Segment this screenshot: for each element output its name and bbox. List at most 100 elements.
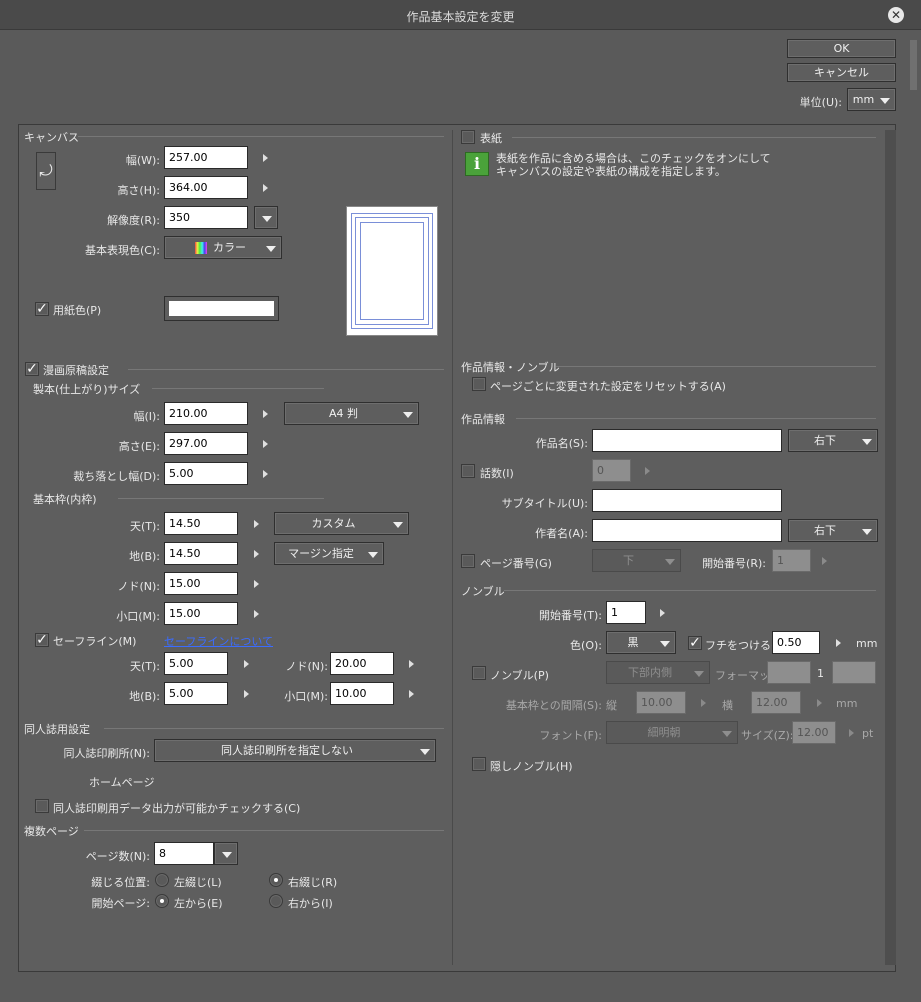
page-number-checkbox[interactable] [461, 554, 475, 568]
reset-pages-label: ページごとに変更された設定をリセットする(A) [490, 380, 726, 393]
canvas-height-arrow-icon[interactable] [263, 184, 268, 192]
bleed-arrow-icon[interactable] [263, 470, 268, 478]
safe-bottom-input[interactable]: 5.00 [164, 682, 228, 705]
nombre-size-label: サイズ(Z): [741, 729, 794, 742]
right-binding-radio[interactable] [269, 873, 283, 887]
unit-select[interactable]: mm [847, 88, 896, 111]
canvas-width-arrow-icon[interactable] [263, 154, 268, 162]
start-right-radio[interactable] [269, 894, 283, 908]
finish-height-input[interactable]: 297.00 [164, 432, 248, 455]
frame-gutter-arrow-icon[interactable] [254, 580, 259, 588]
cover-checkbox[interactable] [461, 130, 475, 144]
paper-color-checkbox[interactable]: ✓ [35, 302, 49, 316]
nombre-format-prefix-input[interactable] [767, 661, 811, 684]
nombre-size-input[interactable]: 12.00 [792, 721, 836, 744]
paper-color-swatch[interactable] [164, 296, 279, 321]
author-input[interactable] [592, 519, 782, 542]
section-divider [78, 136, 444, 137]
nombre-format-mid: 1 [817, 667, 824, 680]
nombre-start-input[interactable]: 1 [606, 601, 646, 624]
subtitle-input[interactable] [592, 489, 782, 512]
author-position-select[interactable]: 右下 [788, 519, 878, 542]
hidden-nombre-checkbox[interactable] [472, 757, 486, 771]
nombre-gap-vertical-arrow-icon[interactable] [701, 699, 706, 707]
safe-top-arrow-icon[interactable] [244, 660, 249, 668]
resolution-input[interactable]: 350 [164, 206, 248, 229]
safe-fore-arrow-icon[interactable] [409, 690, 414, 698]
rotate-canvas-icon[interactable]: ⤾ [36, 152, 56, 190]
panel-scrollbar[interactable] [885, 130, 896, 965]
safe-gutter-input[interactable]: 20.00 [330, 652, 394, 675]
nombre-gap-horizontal-input[interactable]: 12.00 [751, 691, 801, 714]
episode-checkbox[interactable] [461, 464, 475, 478]
section-divider [152, 388, 324, 389]
cancel-button[interactable]: キャンセル [787, 63, 896, 82]
safe-line-help-link[interactable]: セーフラインについて [164, 633, 273, 649]
nombre-position-select[interactable]: 下部内側 [606, 661, 710, 684]
nombre-format-suffix-input[interactable] [832, 661, 876, 684]
nombre-gap-horizontal-arrow-icon[interactable] [817, 699, 822, 707]
bleed-input[interactable]: 5.00 [164, 462, 248, 485]
finish-height-arrow-icon[interactable] [263, 440, 268, 448]
left-binding-radio[interactable] [155, 873, 169, 887]
episode-arrow-icon[interactable] [645, 467, 650, 475]
canvas-width-input[interactable]: 257.00 [164, 146, 248, 169]
start-number-arrow-icon[interactable] [822, 557, 827, 565]
resolution-label: 解像度(R): [107, 214, 160, 227]
manga-settings-checkbox[interactable]: ✓ [25, 362, 39, 376]
nombre-color-select[interactable]: 黒 [606, 631, 676, 654]
safe-line-checkbox[interactable]: ✓ [35, 633, 49, 647]
nombre-gap-vertical-input[interactable]: 10.00 [636, 691, 686, 714]
manga-section-title: 漫画原稿設定 [43, 364, 109, 377]
safe-top-label: 天(T): [129, 660, 160, 673]
nombre-gap-horizontal-label: 横 [722, 699, 733, 712]
nombre-checkbox[interactable] [472, 666, 486, 680]
start-left-radio[interactable] [155, 894, 169, 908]
work-name-position-select[interactable]: 右下 [788, 429, 878, 452]
frame-fore-input[interactable]: 15.00 [164, 602, 238, 625]
nombre-start-arrow-icon[interactable] [660, 609, 665, 617]
canvas-width-label: 幅(W): [125, 154, 160, 167]
page-count-input[interactable]: 8 [154, 842, 214, 865]
page-number-position-select[interactable]: 下 [592, 549, 681, 572]
frame-preset-select[interactable]: カスタム [274, 512, 409, 535]
close-icon[interactable]: ✕ [888, 7, 904, 23]
reset-pages-checkbox[interactable] [472, 377, 486, 391]
margin-preset-select[interactable]: マージン指定 [274, 542, 384, 565]
nombre-font-select[interactable]: 細明朝 [606, 721, 738, 744]
cover-label: 表紙 [480, 132, 502, 145]
paper-preset-select[interactable]: A4 判 [284, 402, 419, 425]
column-divider [452, 130, 453, 965]
frame-top-arrow-icon[interactable] [254, 520, 259, 528]
episode-input[interactable]: 0 [592, 459, 631, 482]
page-count-dropdown[interactable] [214, 842, 238, 865]
safe-bottom-arrow-icon[interactable] [244, 690, 249, 698]
safe-top-input[interactable]: 5.00 [164, 652, 228, 675]
printer-select[interactable]: 同人誌印刷所を指定しない [154, 739, 436, 762]
color-mode-select[interactable]: カラー [164, 236, 282, 259]
canvas-height-input[interactable]: 364.00 [164, 176, 248, 199]
nombre-border-arrow-icon[interactable] [836, 639, 841, 647]
section-divider [556, 366, 876, 367]
frame-fore-arrow-icon[interactable] [254, 610, 259, 618]
dialog-scrollbar[interactable] [910, 40, 917, 90]
frame-bottom-arrow-icon[interactable] [254, 550, 259, 558]
start-number-input[interactable]: 1 [772, 549, 811, 572]
finish-width-arrow-icon[interactable] [263, 410, 268, 418]
finish-width-input[interactable]: 210.00 [164, 402, 248, 425]
safe-gutter-arrow-icon[interactable] [409, 660, 414, 668]
bleed-label: 裁ち落とし幅(D): [73, 470, 160, 483]
ok-button[interactable]: OK [787, 39, 896, 58]
nombre-size-arrow-icon[interactable] [849, 729, 854, 737]
frame-gutter-input[interactable]: 15.00 [164, 572, 238, 595]
frame-top-input[interactable]: 14.50 [164, 512, 238, 535]
section-divider [118, 498, 324, 499]
frame-bottom-input[interactable]: 14.50 [164, 542, 238, 565]
printer-check-checkbox[interactable] [35, 799, 49, 813]
resolution-dropdown[interactable] [254, 206, 278, 229]
nombre-border-checkbox[interactable]: ✓ [688, 636, 702, 650]
nombre-gap-label: 基本枠との間隔(S): [505, 699, 602, 712]
safe-fore-input[interactable]: 10.00 [330, 682, 394, 705]
work-name-input[interactable] [592, 429, 782, 452]
nombre-border-input[interactable]: 0.50 [772, 631, 820, 654]
